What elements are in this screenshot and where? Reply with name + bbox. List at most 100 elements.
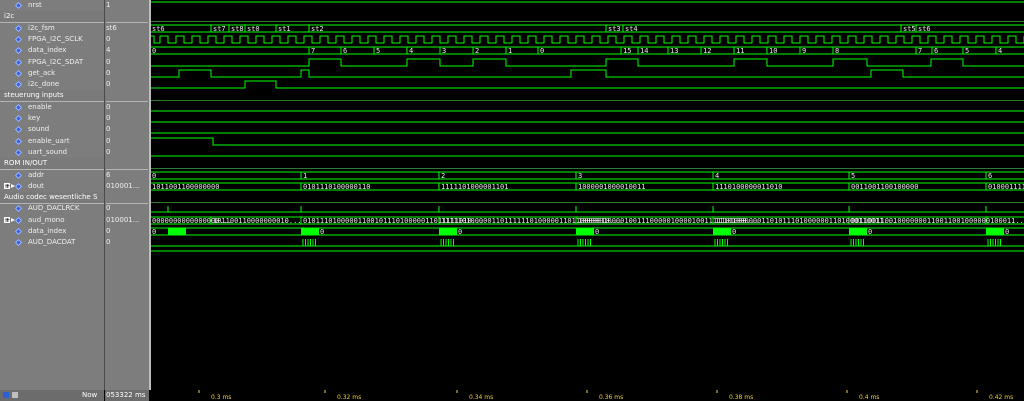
signal-row[interactable]: nrst bbox=[0, 0, 104, 11]
wave-i2c-done bbox=[151, 80, 1024, 89]
lock-icon[interactable] bbox=[12, 392, 18, 398]
wave-addr-label: 0 bbox=[152, 172, 156, 180]
signal-name: i2c_done bbox=[28, 80, 60, 88]
signal-name: data_index bbox=[28, 46, 67, 54]
wave-addr-label: 6 bbox=[988, 172, 992, 180]
expand-icon[interactable]: + bbox=[4, 183, 10, 190]
group-label: steuerung inputs bbox=[4, 91, 64, 99]
signal-row[interactable]: data_index bbox=[0, 45, 104, 56]
signal-row[interactable]: FPGA_I2C_SDAT bbox=[0, 57, 104, 68]
wave-di2-label: 0 bbox=[320, 228, 324, 236]
signal-name: enable_uart bbox=[28, 137, 70, 145]
wave-data-index-label: 5 bbox=[965, 47, 969, 55]
wave-data-index-label: 6 bbox=[343, 47, 347, 55]
group-label: ROM IN/OUT bbox=[4, 159, 48, 167]
signal-value: 0 bbox=[106, 137, 111, 145]
time-tick-label: 0.42 ms bbox=[989, 394, 1013, 401]
signal-diamond-icon bbox=[14, 171, 23, 180]
signal-diamond-icon bbox=[14, 58, 23, 67]
signal-row[interactable]: enable bbox=[0, 102, 104, 113]
wave-i2c-fsm-label: st7 bbox=[213, 25, 226, 33]
signal-diamond-icon bbox=[14, 182, 23, 191]
signal-name: data_index bbox=[28, 227, 67, 235]
wave-addr-label: 1 bbox=[303, 172, 307, 180]
wave-data-index-label: 9 bbox=[802, 47, 806, 55]
waveform-panel[interactable]: st6 st7 st8 st0 st1 st2 st3 st4 st5 st6 0 7 6 5 4 3 2 1 0 1… bbox=[151, 0, 1024, 390]
wave-data-index-label: 13 bbox=[670, 47, 678, 55]
signal-row[interactable]: AUD_DACLRCK bbox=[0, 203, 104, 214]
wave-i2c-fsm-label: st6 bbox=[918, 25, 931, 33]
toolbar-icon[interactable] bbox=[3, 392, 9, 398]
time-tick-label: 0.3 ms bbox=[211, 394, 231, 401]
wave-dout-label: 010001111 bbox=[988, 183, 1024, 191]
time-tick-label: 0.32 ms bbox=[337, 394, 361, 401]
signal-row[interactable]: i2c_fsm bbox=[0, 23, 104, 34]
signal-row[interactable]: AUD_DACDAT bbox=[0, 237, 104, 248]
signal-row[interactable]: uart_sound bbox=[0, 147, 104, 158]
wave-dout-label: 0011001100100000 bbox=[851, 183, 918, 191]
wave-data-index-label: 7 bbox=[311, 47, 315, 55]
waveform-canvas[interactable]: st6 st7 st8 st0 st1 st2 st3 st4 st5 st60 7 6 5 4 3 2 1 0 1… bbox=[151, 0, 1024, 390]
signal-row[interactable]: + dout bbox=[0, 181, 104, 192]
signal-group[interactable]: steuerung inputs bbox=[0, 90, 104, 102]
time-tick-label: 0.34 ms bbox=[469, 394, 493, 401]
wave-di2-label: 0 bbox=[458, 228, 462, 236]
now-value: 053322 ms bbox=[106, 391, 146, 399]
signal-diamond-icon bbox=[14, 46, 23, 55]
time-tick-label: 0.36 ms bbox=[599, 394, 623, 401]
signal-row[interactable]: get_ack bbox=[0, 68, 104, 79]
signal-row[interactable]: sound bbox=[0, 124, 104, 135]
wave-data-index-label: 0 bbox=[540, 47, 544, 55]
wave-di2-burst bbox=[986, 228, 1004, 235]
wave-data-index-label: 0 bbox=[152, 47, 156, 55]
signal-value: 0 bbox=[106, 80, 111, 88]
signal-diamond-icon bbox=[14, 204, 23, 213]
wave-di2-label: 0 bbox=[868, 228, 872, 236]
signal-value bbox=[106, 90, 148, 102]
signal-name: aud_mono bbox=[28, 216, 65, 224]
time-axis: 0.3 ms 0.32 ms 0.34 ms 0.36 ms 0.38 ms 0.4 ms… bbox=[198, 390, 1013, 401]
signal-value: 0 bbox=[106, 103, 111, 111]
signal-group[interactable]: ROM IN/OUT bbox=[0, 158, 104, 170]
footer-left: Now bbox=[0, 390, 104, 401]
signal-row[interactable]: addr bbox=[0, 170, 104, 181]
wave-addr-label: 3 bbox=[578, 172, 582, 180]
signal-name: addr bbox=[28, 171, 45, 179]
wave-i2c-fsm-label: st4 bbox=[625, 25, 638, 33]
wave-data-index-label: 14 bbox=[640, 47, 648, 55]
signal-row[interactable]: enable_uart bbox=[0, 136, 104, 147]
signal-group[interactable]: i2c bbox=[0, 11, 104, 23]
signal-row[interactable]: data_index bbox=[0, 226, 104, 237]
wave-di2-burst bbox=[168, 228, 186, 235]
signal-row[interactable]: FPGA_I2C_SCLK bbox=[0, 34, 104, 45]
wave-data-index-label: 6 bbox=[934, 47, 938, 55]
signal-value: 1 bbox=[106, 1, 111, 9]
signal-row[interactable]: key bbox=[0, 113, 104, 124]
signal-name: AUD_DACLRCK bbox=[28, 204, 80, 212]
wave-data-index-label: 15 bbox=[623, 47, 631, 55]
wave-addr-label: 4 bbox=[715, 172, 719, 180]
signal-value: st6 bbox=[106, 24, 117, 32]
signal-name: key bbox=[28, 114, 41, 122]
wave-aud-mono-label: 101100110000000010... bbox=[213, 217, 302, 225]
signal-row[interactable]: i2c_done bbox=[0, 79, 104, 90]
wave-i2c-fsm-label: st6 bbox=[152, 25, 165, 33]
expand-icon[interactable]: + bbox=[4, 217, 10, 224]
signal-name-panel: nrst i2c i2c_fsm FPGA_I2C_SCLK data_index FPG… bbox=[0, 0, 105, 390]
wave-di2-label: 0 bbox=[152, 228, 156, 236]
footer-now-value: 053322 ms bbox=[105, 390, 149, 401]
signal-value: 0 bbox=[106, 204, 111, 212]
signal-name: get_ack bbox=[28, 69, 56, 77]
wave-di2-label: 0 bbox=[595, 228, 599, 236]
signal-row[interactable]: + aud_mono bbox=[0, 215, 104, 226]
signal-value: 4 bbox=[106, 46, 111, 54]
wave-data-index-label: 7 bbox=[918, 47, 922, 55]
signal-value: 0 bbox=[106, 69, 111, 77]
wave-di2-burst bbox=[439, 228, 457, 235]
signal-diamond-icon bbox=[14, 216, 23, 225]
wave-data-index-label: 11 bbox=[736, 47, 744, 55]
signal-value-panel: 1 st6 0 4 0 0 0 0 0 0 0 0 6 010001... 0 010001... 0 0 bbox=[105, 0, 151, 390]
signal-value: 0 bbox=[106, 125, 111, 133]
signal-diamond-icon bbox=[14, 227, 23, 236]
signal-value: 0 bbox=[106, 227, 111, 235]
